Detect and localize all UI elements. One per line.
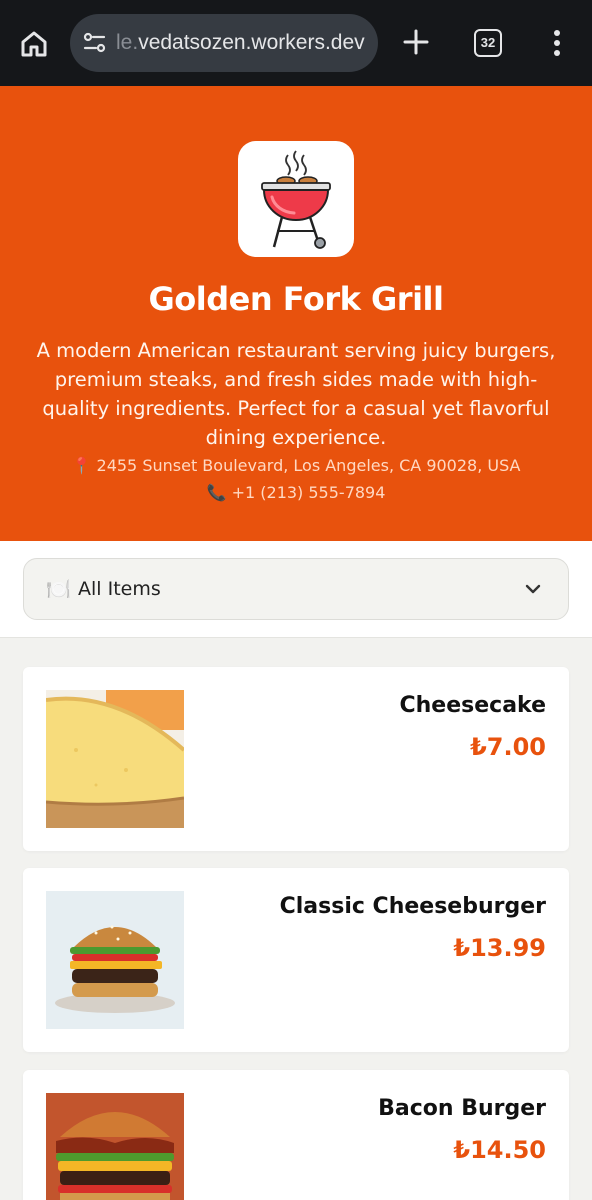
new-tab-icon[interactable] xyxy=(400,26,432,58)
restaurant-logo xyxy=(238,141,354,257)
menu-item-card[interactable]: Cheesecake ₺7.00 xyxy=(23,667,569,851)
address-bar[interactable]: le.vedatsozen.workers.dev xyxy=(70,14,378,72)
grill-icon xyxy=(261,150,331,249)
url-hidden-prefix: le. xyxy=(116,31,139,54)
cheesecake-photo xyxy=(46,690,184,828)
url-domain: vedatsozen.workers.dev xyxy=(138,31,365,54)
address-text: 2455 Sunset Boulevard, Los Angeles, CA 9… xyxy=(96,456,521,475)
plate-icon: 🍽️ xyxy=(46,577,71,601)
phone-text: +1 (213) 555-7894 xyxy=(231,483,386,502)
restaurant-header: Golden Fork Grill A modern American rest… xyxy=(0,86,592,541)
category-select[interactable]: 🍽️ All Items xyxy=(23,558,569,620)
chevron-down-icon xyxy=(525,584,541,594)
home-icon[interactable] xyxy=(16,26,52,62)
tab-switcher-icon[interactable]: 32 xyxy=(474,29,502,57)
restaurant-address: 📍 2455 Sunset Boulevard, Los Angeles, CA… xyxy=(0,456,592,475)
site-settings-icon[interactable] xyxy=(82,31,108,55)
menu-item-price: ₺13.99 xyxy=(453,934,546,962)
cheeseburger-photo xyxy=(46,891,184,1029)
map-pin-icon: 📍 xyxy=(71,456,92,475)
menu-item-card[interactable]: Classic Cheeseburger ₺13.99 xyxy=(23,868,569,1052)
browser-toolbar: le.vedatsozen.workers.dev 32 xyxy=(0,0,592,86)
url-text[interactable]: le.vedatsozen.workers.dev xyxy=(116,14,372,72)
menu-item-price: ₺7.00 xyxy=(470,733,546,761)
restaurant-phone: 📞 +1 (213) 555-7894 xyxy=(0,483,592,502)
restaurant-description: A modern American restaurant serving jui… xyxy=(36,339,556,449)
more-options-icon[interactable] xyxy=(547,27,567,59)
bacon-burger-photo xyxy=(46,1093,184,1200)
menu-item-name: Cheesecake xyxy=(399,693,546,718)
category-filter-bar: 🍽️ All Items xyxy=(0,541,592,638)
menu-item-price: ₺14.50 xyxy=(453,1136,546,1164)
menu-item-card[interactable]: Bacon Burger ₺14.50 xyxy=(23,1070,569,1200)
restaurant-name: Golden Fork Grill xyxy=(148,280,444,318)
menu-item-name: Classic Cheeseburger xyxy=(279,894,546,919)
menu-item-name: Bacon Burger xyxy=(378,1096,546,1121)
category-select-value: All Items xyxy=(78,578,161,600)
phone-icon: 📞 xyxy=(206,483,227,502)
